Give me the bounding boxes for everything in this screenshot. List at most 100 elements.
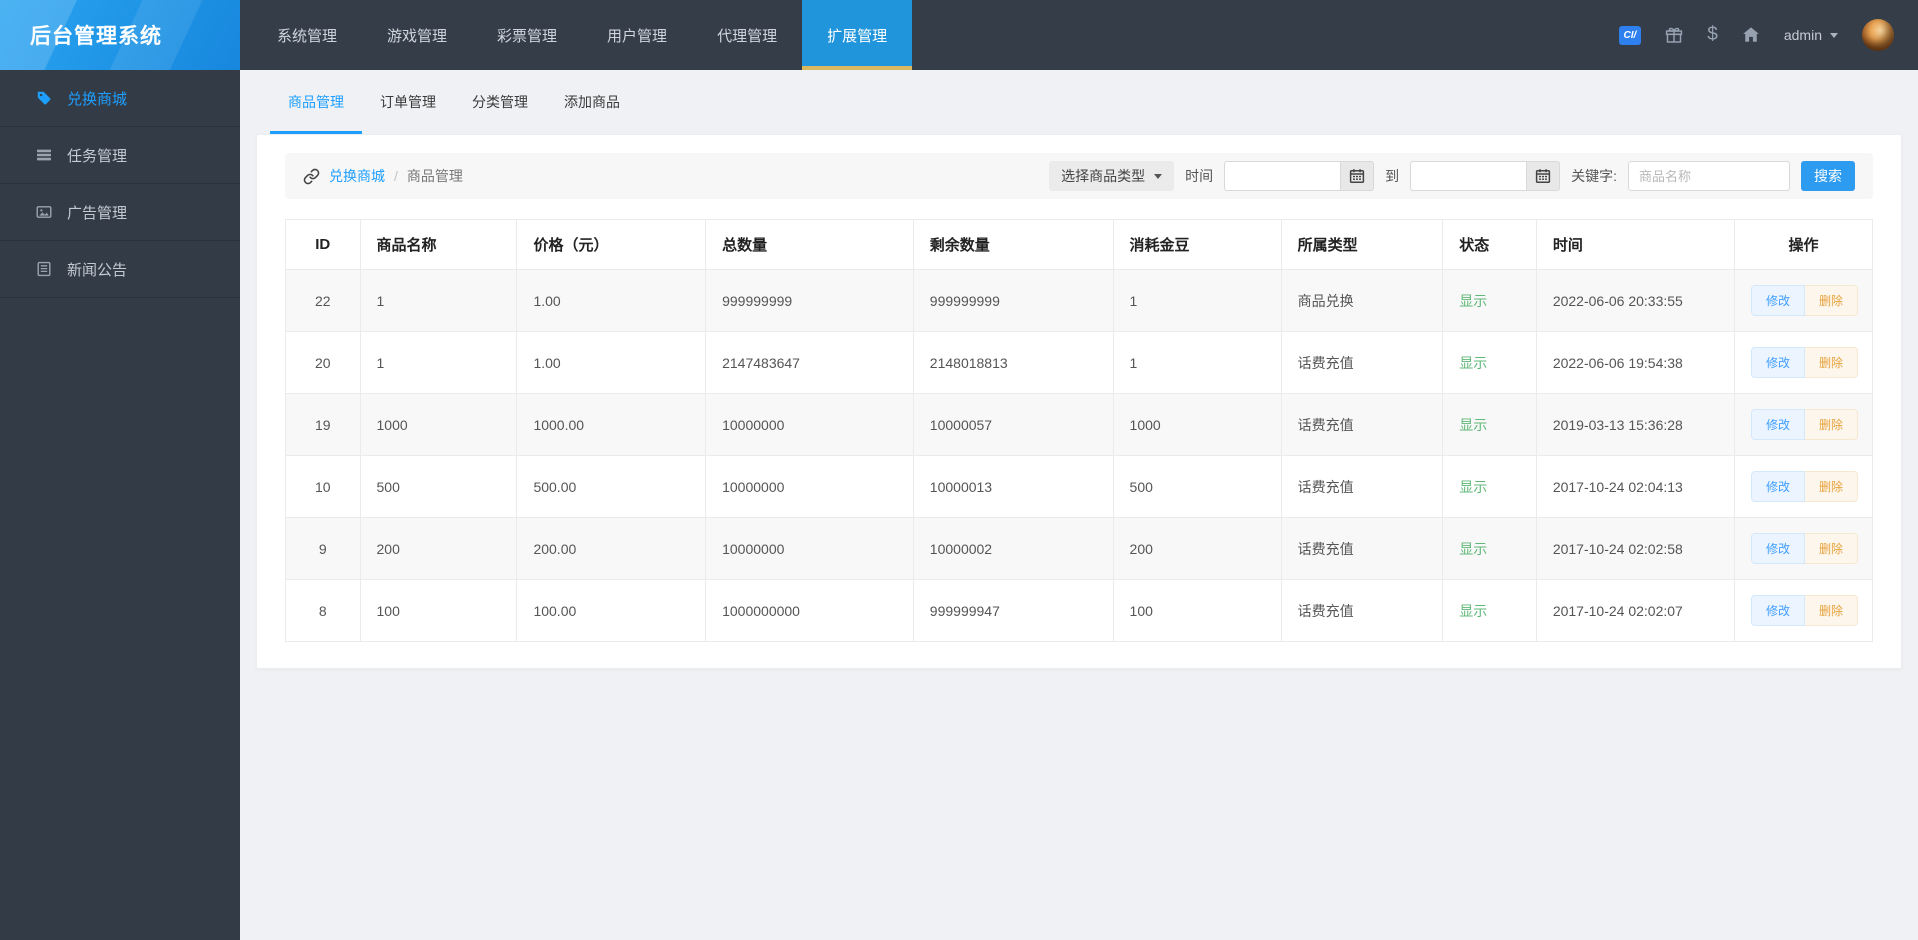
cell-time: 2019-03-13 15:36:28 [1535,393,1736,456]
row-action-group: 修改 删除 [1751,409,1859,440]
column-header: 剩余数量 [912,219,1114,270]
cell-status: 显示 [1442,393,1537,456]
cell-remaining: 10000002 [912,517,1114,580]
cell-type: 话费充值 [1280,517,1444,580]
cell-name: 500 [359,455,518,518]
cell-price: 1.00 [516,331,707,394]
chevron-down-icon [1154,173,1163,179]
date-to-input[interactable] [1410,161,1527,191]
status-badge: 显示 [1459,602,1488,619]
cell-id: 22 [285,269,361,332]
cell-id: 10 [285,455,361,518]
cell-cost: 500 [1112,455,1282,518]
column-header: 所属类型 [1280,219,1444,270]
edit-button[interactable]: 修改 [1751,533,1806,564]
cell-time: 2017-10-24 02:02:58 [1535,517,1736,580]
column-header: 时间 [1535,219,1736,270]
search-button[interactable]: 搜索 [1801,161,1855,191]
sidebar-item[interactable]: 广告管理 [0,184,240,241]
breadcrumb-link[interactable]: 兑换商城 [329,166,385,186]
app-title: 后台管理系统 [30,25,162,48]
sidebar-item-label: 兑换商城 [67,90,128,108]
cell-type: 话费充值 [1280,579,1444,642]
cell-time: 2022-06-06 20:33:55 [1535,269,1736,332]
edit-button[interactable]: 修改 [1751,595,1806,626]
cell-id: 8 [285,579,361,642]
tab-item[interactable]: 分类管理 [454,70,546,134]
row-action-group: 修改 删除 [1751,471,1859,502]
delete-button[interactable]: 删除 [1805,285,1859,316]
top-nav-item[interactable]: 扩展管理 [802,0,913,70]
column-header: 操作 [1734,219,1873,270]
top-nav: 系统管理 游戏管理 彩票管理 用户管理 代理管理 扩展管理 [252,0,913,70]
top-header: 后台管理系统 系统管理 游戏管理 彩票管理 用户管理 代理管理 扩展管理 CI/ $ adm… [0,0,1918,70]
date-from-input[interactable] [1224,161,1341,191]
sidebar-item-label: 新闻公告 [67,261,128,279]
keyword-input[interactable] [1628,161,1790,191]
top-nav-item[interactable]: 系统管理 [252,0,362,70]
dollar-icon[interactable]: $ [1707,24,1718,46]
tab-item[interactable]: 订单管理 [362,70,454,134]
column-header: 状态 [1442,219,1537,270]
top-nav-item[interactable]: 代理管理 [692,0,802,70]
date-to-group [1410,161,1561,191]
cell-type: 商品兑换 [1280,269,1444,332]
calendar-icon[interactable] [1526,161,1561,191]
cell-name: 1 [359,269,518,332]
delete-button[interactable]: 删除 [1805,533,1859,564]
table-body: 22 1 1.00 999999999 999999999 1 商品兑换 显示 2022-06-… [285,269,1873,642]
cell-cost: 1000 [1112,393,1282,456]
cell-price: 200.00 [516,517,707,580]
chevron-down-icon [1830,32,1838,38]
avatar[interactable] [1862,19,1894,51]
edit-button[interactable]: 修改 [1751,409,1806,440]
user-menu[interactable]: admin [1784,27,1838,43]
edit-button[interactable]: 修改 [1751,347,1806,378]
cell-total: 10000000 [705,393,914,456]
sidebar-item[interactable]: 兑换商城 [0,70,240,127]
home-icon[interactable] [1742,26,1760,44]
cell-price: 1.00 [516,269,707,332]
top-nav-item[interactable]: 用户管理 [582,0,692,70]
app-logo: 后台管理系统 [0,0,240,70]
cell-name: 1 [359,331,518,394]
image-icon [36,204,52,220]
column-header: 价格（元） [516,219,707,270]
cell-id: 9 [285,517,361,580]
breadcrumb-separator: / [394,168,398,184]
calendar-icon[interactable] [1340,161,1375,191]
cell-id: 20 [285,331,361,394]
gift-icon[interactable] [1665,26,1683,44]
cell-actions: 修改 删除 [1734,269,1873,332]
content-card: 兑换商城 / 商品管理 选择商品类型 时间 到 关键字: 商品名称 搜索 ID … [256,134,1902,669]
top-nav-item[interactable]: 游戏管理 [362,0,472,70]
product-type-select[interactable]: 选择商品类型 [1049,161,1175,191]
time-label: 时间 [1185,168,1214,184]
table-header-row: ID 商品名称 价格（元） 总数量 剩余数量 消耗金豆 所属类型 状态 时间 操作 [285,219,1873,270]
top-nav-item[interactable]: 彩票管理 [472,0,582,70]
row-action-group: 修改 删除 [1751,595,1859,626]
status-badge: 显示 [1459,292,1488,309]
edit-button[interactable]: 修改 [1751,471,1806,502]
sidebar-item[interactable]: 任务管理 [0,127,240,184]
cell-total: 999999999 [705,269,914,332]
sidebar-item[interactable]: 新闻公告 [0,241,240,298]
tab-item[interactable]: 添加商品 [546,70,638,134]
user-name: admin [1783,27,1822,43]
delete-button[interactable]: 删除 [1805,409,1859,440]
currency-badge-icon[interactable]: CI/ [1618,25,1642,45]
cell-name: 100 [359,579,518,642]
status-badge: 显示 [1459,478,1488,495]
delete-button[interactable]: 删除 [1805,347,1859,378]
tab-item[interactable]: 商品管理 [270,70,362,134]
delete-button[interactable]: 删除 [1805,471,1859,502]
column-header: ID [285,219,361,270]
table-row: 20 1 1.00 2147483647 2148018813 1 话费充值 显示 2022-0… [285,331,1873,394]
delete-button[interactable]: 删除 [1805,595,1859,626]
column-header: 商品名称 [359,219,518,270]
keyword-label: 关键字: [1571,168,1617,184]
sidebar-item-label: 广告管理 [67,204,128,222]
edit-button[interactable]: 修改 [1751,285,1806,316]
cell-remaining: 10000013 [912,455,1114,518]
cell-total: 10000000 [705,517,914,580]
